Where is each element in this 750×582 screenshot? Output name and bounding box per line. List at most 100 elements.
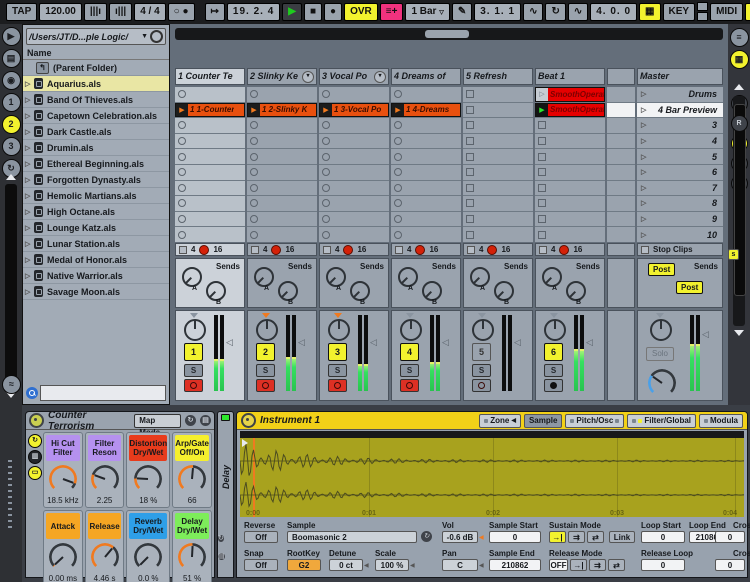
send-b-knob[interactable] bbox=[278, 281, 298, 301]
computer-midi-keyboard-button[interactable]: ▦ bbox=[639, 3, 661, 21]
browser-file[interactable]: ▷ Drumin.als bbox=[23, 140, 169, 156]
master-solo-button[interactable]: Solo bbox=[646, 347, 674, 361]
send-a-knob[interactable] bbox=[470, 267, 490, 287]
map-mode-button[interactable]: Map Mode bbox=[134, 413, 181, 437]
status-checkbox[interactable] bbox=[395, 245, 403, 254]
macro-control[interactable]: Hi Cut Filter 18.5 kHz bbox=[43, 432, 83, 508]
sustain-mode-loop[interactable]: ⇉ bbox=[568, 531, 585, 543]
track-activator[interactable]: 5 bbox=[472, 343, 491, 361]
clip[interactable]: ▶SmoothOperatic bbox=[535, 102, 605, 118]
browser-file[interactable]: ▷ Medal of Honor.als bbox=[23, 252, 169, 268]
send-b-knob[interactable] bbox=[566, 281, 586, 301]
send-b-post-button[interactable]: Post bbox=[676, 281, 704, 294]
clip-stop-button[interactable] bbox=[247, 149, 317, 164]
browser-file[interactable]: ▷ Hemolic Martians.als bbox=[23, 188, 169, 204]
browser-file[interactable]: ▷ Lunar Station.als bbox=[23, 236, 169, 252]
volume-field[interactable]: -0.6 dB bbox=[442, 531, 478, 543]
solo-button[interactable]: S bbox=[400, 364, 419, 377]
device-power-icon[interactable] bbox=[29, 413, 44, 428]
tab-modulation[interactable]: Modula bbox=[699, 413, 743, 428]
clip-stop-button[interactable] bbox=[319, 211, 389, 227]
disclosure-icon[interactable]: ▷ bbox=[25, 192, 34, 200]
loop-start-field[interactable]: 3. 1. 1 bbox=[474, 3, 522, 21]
pan-knob[interactable] bbox=[328, 319, 350, 341]
sample-end-field[interactable]: 210862 bbox=[489, 559, 541, 571]
pan-field[interactable]: C bbox=[442, 559, 478, 571]
status-checkbox[interactable] bbox=[641, 245, 649, 254]
hot-swap-icon[interactable]: ↻ bbox=[185, 415, 196, 426]
macro-knob[interactable] bbox=[178, 465, 207, 493]
volume-handle[interactable]: ◁ bbox=[298, 337, 305, 348]
empty-clip-slot[interactable] bbox=[463, 165, 533, 180]
empty-clip-slot[interactable] bbox=[463, 149, 533, 164]
clip-launch-icon[interactable]: ▶ bbox=[536, 103, 548, 117]
empty-clip-slot[interactable] bbox=[463, 87, 533, 102]
clip-stop-button[interactable] bbox=[247, 133, 317, 149]
disclosure-icon[interactable]: ▷ bbox=[25, 112, 34, 120]
disclosure-icon[interactable]: ▷ bbox=[25, 288, 34, 296]
disclosure-icon[interactable]: ▷ bbox=[25, 96, 34, 104]
browser-file[interactable]: ▷ High Octane.als bbox=[23, 204, 169, 220]
scene-launch-icon[interactable]: ▷ bbox=[641, 90, 646, 98]
midi-overdub-button[interactable]: ≡+ bbox=[379, 3, 404, 21]
clip-stop-button[interactable] bbox=[175, 227, 245, 242]
clip-stop-button[interactable] bbox=[175, 133, 245, 149]
search-icon[interactable] bbox=[26, 386, 38, 399]
scene-launch-icon[interactable]: ▷ bbox=[641, 106, 646, 114]
clip-stop-button[interactable] bbox=[391, 227, 461, 242]
device-title[interactable]: Counter Terrorism bbox=[48, 410, 130, 432]
clip-stop-button[interactable] bbox=[319, 133, 389, 149]
draw-mode-button[interactable]: ✎ bbox=[451, 3, 473, 21]
device-power-icon[interactable] bbox=[241, 413, 256, 428]
track-activator[interactable]: 6 bbox=[544, 343, 563, 361]
track-activator[interactable]: 1 bbox=[184, 343, 203, 361]
clip-stop-button[interactable] bbox=[247, 196, 317, 211]
file-browser-2-icon[interactable]: 2 bbox=[1, 115, 21, 134]
clip-stop-button[interactable] bbox=[247, 227, 317, 242]
drag-handle-dots[interactable] bbox=[8, 460, 12, 530]
clip[interactable]: ▶ 1 1-Counter bbox=[175, 102, 245, 118]
browser-name-header[interactable]: Name bbox=[23, 47, 169, 60]
clip-stop-button[interactable] bbox=[247, 165, 317, 180]
empty-clip-slot[interactable] bbox=[535, 118, 605, 133]
pan-knob[interactable] bbox=[256, 319, 278, 341]
clip-stop-button[interactable] bbox=[391, 180, 461, 196]
solo-button[interactable]: S bbox=[544, 364, 563, 377]
browser-file[interactable]: ▷ Savage Moon.als bbox=[23, 284, 169, 300]
send-a-post-button[interactable]: Post bbox=[648, 263, 676, 276]
quantization-menu[interactable]: 1 Bar ▽ bbox=[405, 3, 450, 21]
clip-view-toggle-icon[interactable]: ▦ bbox=[729, 50, 749, 69]
clip-stop-button[interactable] bbox=[391, 196, 461, 211]
device-title[interactable]: Delay bbox=[221, 427, 231, 527]
clip-launch-icon[interactable]: ▶ bbox=[248, 103, 260, 117]
tab-filter-global[interactable]: Filter/Global bbox=[627, 413, 696, 428]
punch-in-button[interactable]: ∿ bbox=[523, 3, 544, 21]
arm-button[interactable] bbox=[544, 379, 563, 392]
release-crossfade-field[interactable]: 0 bbox=[715, 559, 745, 571]
clip-stop-button[interactable] bbox=[175, 196, 245, 211]
scene-launch-icon[interactable]: ▷ bbox=[641, 137, 646, 145]
clip[interactable]: ▶ 1 4-Dreams bbox=[391, 102, 461, 118]
clip-launch-icon[interactable]: ▶ bbox=[176, 103, 188, 117]
scene-row[interactable]: ▷ 6 bbox=[637, 165, 723, 180]
loop-length-field[interactable]: 4. 0. 0 bbox=[590, 3, 638, 21]
send-a-knob[interactable] bbox=[254, 267, 274, 287]
disclosure-icon[interactable]: ▷ bbox=[25, 272, 34, 280]
release-loop-field[interactable]: 0 bbox=[641, 559, 685, 571]
browser-path-bar[interactable]: /Users/JT/D...ple Logic/ ▼ bbox=[26, 28, 166, 45]
clip[interactable]: ▶ 1 2-Slinky K bbox=[247, 102, 317, 118]
clip-stop-button[interactable] bbox=[247, 118, 317, 133]
crossfade-field[interactable]: 0 bbox=[715, 531, 745, 543]
status-checkbox[interactable] bbox=[539, 245, 547, 254]
send-a-knob[interactable] bbox=[542, 267, 562, 287]
map-toggle-buttons[interactable] bbox=[697, 2, 709, 22]
disclosure-icon[interactable]: ▷ bbox=[25, 176, 34, 184]
master-volume-handle[interactable]: ◁ bbox=[702, 329, 709, 340]
clip-stop-button[interactable] bbox=[319, 227, 389, 242]
scene-scroll-down[interactable] bbox=[734, 330, 744, 336]
send-b-knob[interactable] bbox=[350, 281, 370, 301]
scene-row[interactable]: ▷ Drums bbox=[637, 87, 723, 102]
sample-name-field[interactable]: Boomasonic 2 bbox=[287, 531, 417, 543]
save-preset-icon[interactable]: ▤ bbox=[200, 415, 211, 426]
empty-clip-slot[interactable] bbox=[463, 102, 533, 118]
